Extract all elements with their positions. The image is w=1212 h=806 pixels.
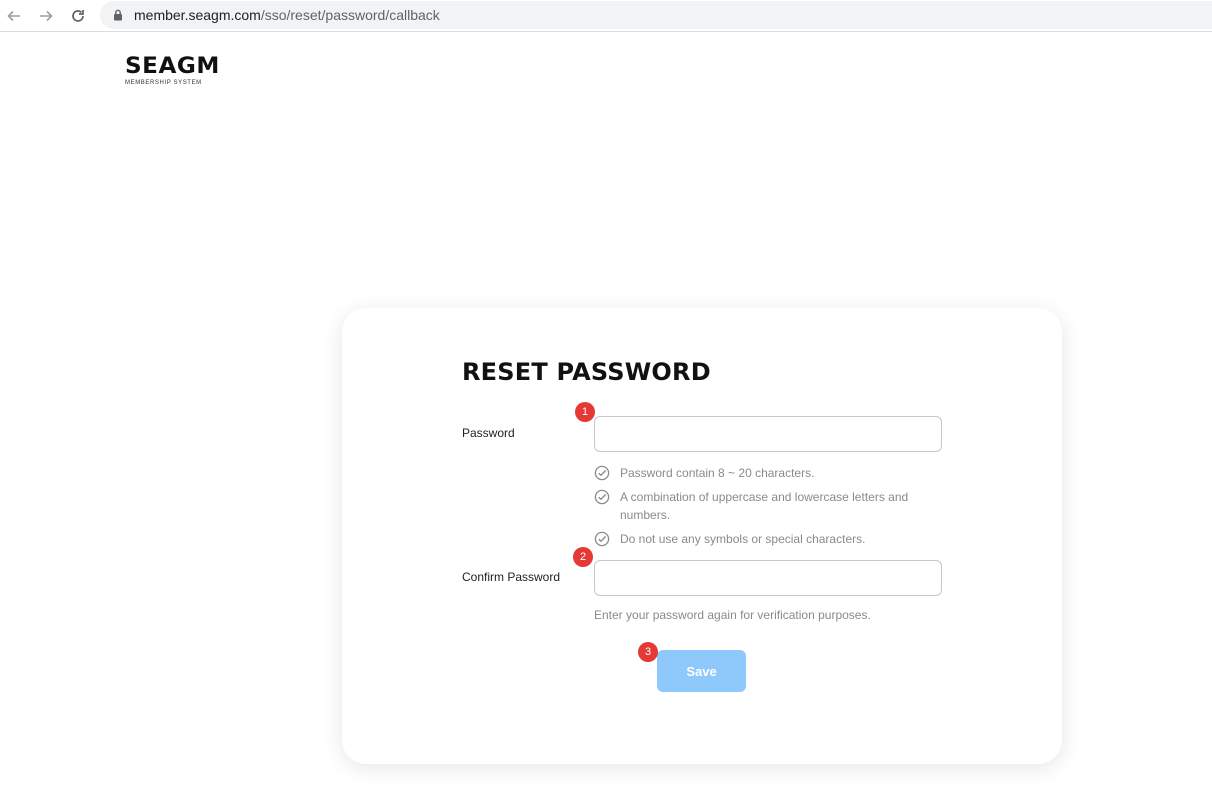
annotation-badge-1: 1 bbox=[575, 402, 595, 422]
logo-text: SEAGM bbox=[125, 54, 220, 79]
page-title: RESET PASSWORD bbox=[462, 358, 711, 386]
check-circle-icon bbox=[594, 531, 610, 547]
reset-password-card: RESET PASSWORD Password Password contain… bbox=[342, 308, 1062, 764]
confirm-password-hint: Enter your password again for verificati… bbox=[594, 608, 871, 622]
rule-item: Password contain 8 ~ 20 characters. bbox=[594, 464, 942, 482]
back-arrow-icon[interactable] bbox=[2, 4, 26, 28]
check-circle-icon bbox=[594, 489, 610, 505]
seagm-logo[interactable]: SEAGM MEMBERSHIP SYSTEM bbox=[125, 56, 219, 87]
url-host: member.seagm.com bbox=[134, 7, 261, 23]
confirm-password-label: Confirm Password bbox=[462, 570, 561, 584]
rule-text: Password contain 8 ~ 20 characters. bbox=[620, 466, 815, 480]
rule-item: Do not use any symbols or special charac… bbox=[594, 530, 942, 548]
annotation-badge-3: 3 bbox=[638, 642, 658, 662]
rule-item: A combination of uppercase and lowercase… bbox=[594, 488, 942, 524]
password-input[interactable] bbox=[594, 416, 942, 452]
check-circle-icon bbox=[594, 465, 610, 481]
address-bar[interactable]: member.seagm.com/sso/reset/password/call… bbox=[100, 1, 1212, 29]
save-button[interactable]: Save bbox=[657, 650, 746, 692]
password-label: Password bbox=[462, 426, 515, 440]
rule-text: Do not use any symbols or special charac… bbox=[620, 532, 866, 546]
reload-icon[interactable] bbox=[66, 4, 90, 28]
browser-toolbar: member.seagm.com/sso/reset/password/call… bbox=[0, 0, 1212, 32]
url-path: /sso/reset/password/callback bbox=[260, 7, 440, 23]
logo-subtitle: MEMBERSHIP SYSTEM bbox=[125, 80, 202, 86]
lock-icon bbox=[112, 8, 124, 22]
url-text: member.seagm.com/sso/reset/password/call… bbox=[134, 7, 440, 23]
forward-arrow-icon[interactable] bbox=[34, 4, 58, 28]
annotation-badge-2: 2 bbox=[573, 547, 593, 567]
rule-text: A combination of uppercase and lowercase… bbox=[620, 490, 909, 522]
confirm-password-input[interactable] bbox=[594, 560, 942, 596]
password-rules: Password contain 8 ~ 20 characters. A co… bbox=[594, 464, 942, 554]
